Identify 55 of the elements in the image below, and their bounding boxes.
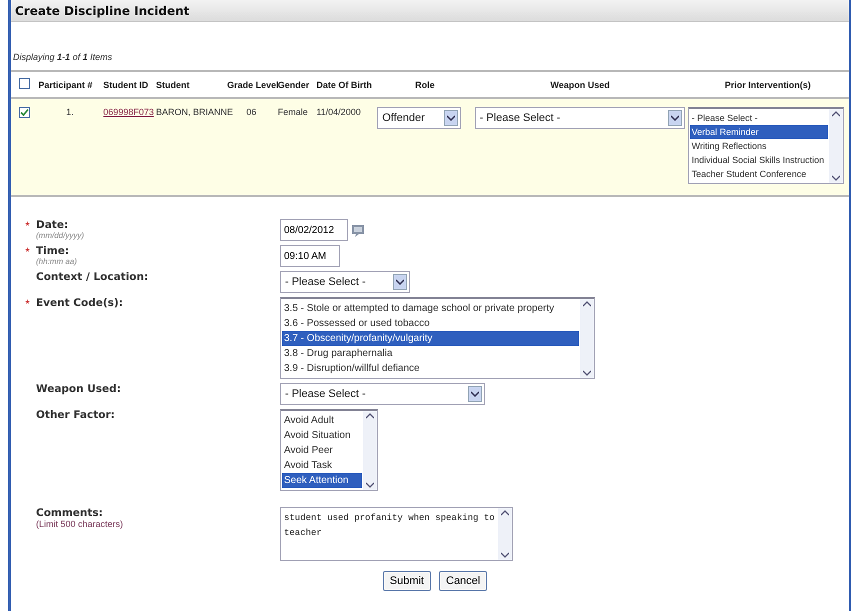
dropdown[interactable]: - Please Select - [280, 271, 410, 293]
scroll-up-icon[interactable] [366, 413, 374, 419]
list-box[interactable]: Avoid Adult Avoid Situation Avoid Peer Avoid Task Seek Attention [280, 409, 378, 491]
field-label: Comments: [36, 507, 104, 519]
list-option[interactable]: 3.5 - Stole or attempted to damage school or private property [282, 301, 579, 316]
pager-text: Displaying 1-1 of 1 Items [13, 52, 114, 62]
table-cell: 11/04/2000 [316, 107, 361, 117]
field-hint: (hh:mm aa) [36, 257, 77, 266]
student-id-link[interactable]: 069998F073 [103, 107, 154, 117]
scroll-up-icon[interactable] [583, 301, 591, 307]
list-box[interactable]: 3.5 - Stole or attempted to damage school or private property 3.6 - Possessed or used tobacco 3.7 - Obscenity/profanity/vulgarity 3.8 - Drug paraphernalia 3.9 - Disruption/willful defiance [280, 297, 595, 379]
list-option[interactable]: Avoid Adult [282, 413, 362, 428]
weapon-select[interactable]: - Please Select - [474, 107, 685, 129]
list-option[interactable]: - Please Select - [690, 111, 828, 125]
table-cell: 1. [66, 107, 74, 117]
scroll-up-icon[interactable] [832, 111, 840, 117]
scroll-up-icon[interactable] [501, 510, 509, 516]
scroll-down-icon[interactable] [832, 175, 840, 181]
list-option[interactable]: Avoid Peer [282, 443, 362, 458]
scroll-down-icon[interactable] [501, 552, 509, 558]
scroll-down-icon[interactable] [583, 370, 591, 376]
comments-field[interactable]: student used profanity when speaking to teacher [280, 507, 513, 561]
field-label: Time: [36, 245, 70, 257]
dropdown[interactable]: - Please Select - [280, 383, 485, 405]
list-option[interactable]: Verbal Reminder [690, 125, 828, 139]
field-hint: (mm/dd/yyyy) [36, 231, 84, 240]
field-hint: (Limit 500 characters) [36, 519, 124, 529]
page-title: Create Discipline Incident [15, 4, 190, 18]
field-label: Other Factor: [36, 409, 115, 421]
list-box[interactable]: - Please Select - Verbal Reminder Writing Reflections Individual Social Skills Instruction Teacher Student Conference [688, 107, 844, 184]
list-option[interactable]: Seek Attention [282, 473, 362, 488]
time-field[interactable]: 09:10 AM [280, 245, 340, 267]
field-label: Context / Location: [36, 271, 148, 283]
submit-button[interactable]: Submit [382, 571, 431, 591]
checkbox[interactable] [18, 78, 30, 89]
cancel-button[interactable]: Cancel [439, 571, 488, 591]
list-option[interactable]: Writing Reflections [690, 139, 828, 153]
table-cell: 06 [246, 107, 256, 117]
table-cell: Female [278, 107, 308, 117]
field-label: Event Code(s): [36, 297, 123, 309]
list-option[interactable]: Avoid Task [282, 458, 362, 473]
date-field[interactable]: 08/02/2012 [280, 219, 348, 241]
list-option[interactable]: 3.7 - Obscenity/profanity/vulgarity [282, 331, 579, 346]
list-option[interactable]: Teacher Student Conference [690, 167, 828, 181]
role-select[interactable]: Offender [377, 107, 462, 129]
field-label: Weapon Used: [36, 383, 121, 395]
list-option[interactable]: 3.6 - Possessed or used tobacco [282, 316, 579, 331]
checkbox[interactable] [18, 107, 30, 118]
list-option[interactable]: 3.9 - Disruption/willful defiance [282, 361, 579, 376]
table-cell: BARON, BRIANNE [156, 107, 234, 117]
field-label: Date: [36, 219, 70, 231]
list-option[interactable]: 3.8 - Drug paraphernalia [282, 346, 579, 361]
scroll-down-icon[interactable] [366, 482, 374, 488]
list-option[interactable]: Individual Social Skills Instruction [690, 153, 828, 167]
list-option[interactable]: Avoid Situation [282, 428, 362, 443]
